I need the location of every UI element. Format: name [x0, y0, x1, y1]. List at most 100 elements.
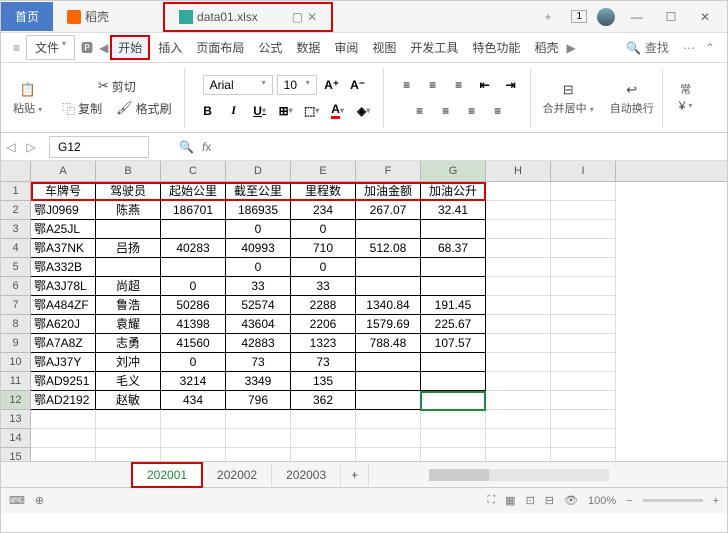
select-all-corner[interactable] [1, 161, 31, 181]
cell[interactable] [161, 448, 226, 461]
bold-button[interactable]: B [197, 100, 219, 122]
cell[interactable] [161, 258, 226, 277]
copy-button[interactable]: ⿻复制 [58, 97, 106, 120]
cell[interactable] [551, 448, 616, 461]
distribute-button[interactable]: ≡ [487, 100, 509, 122]
cell[interactable] [421, 372, 486, 391]
italic-button[interactable]: I [223, 100, 245, 122]
menu-docer[interactable]: 稻壳 [528, 35, 564, 60]
cell[interactable]: 2288 [291, 296, 356, 315]
row-header[interactable]: 4 [1, 239, 31, 258]
cell[interactable] [96, 410, 161, 429]
row-header[interactable]: 8 [1, 315, 31, 334]
row-header[interactable]: 15 [1, 448, 31, 461]
cell[interactable]: 234 [291, 201, 356, 220]
cell[interactable]: 毛义 [96, 372, 161, 391]
cell[interactable]: 车牌号 [31, 182, 96, 201]
cell[interactable]: 186701 [161, 201, 226, 220]
align-right-button[interactable]: ≡ [461, 100, 483, 122]
cell[interactable]: 截至公里 [226, 182, 291, 201]
menu-start[interactable]: 开始 [110, 35, 150, 60]
nav-fwd-icon[interactable]: ▷ [21, 140, 41, 154]
fill-color-button[interactable]: ⬚ ▾ [301, 100, 323, 122]
cell[interactable] [161, 220, 226, 239]
cell[interactable] [551, 429, 616, 448]
cell[interactable]: 40993 [226, 239, 291, 258]
reading-icon[interactable]: 👁 [564, 494, 578, 507]
cell[interactable]: 鄂A37NK [31, 239, 96, 258]
cell[interactable] [551, 372, 616, 391]
cell[interactable]: 33 [291, 277, 356, 296]
spreadsheet-grid[interactable]: A B C D E F G H I 123456789101112131415 … [1, 161, 727, 461]
cell[interactable] [551, 334, 616, 353]
col-header[interactable]: I [551, 161, 616, 181]
cell[interactable] [486, 410, 551, 429]
cell[interactable] [486, 239, 551, 258]
cell[interactable] [421, 258, 486, 277]
row-header[interactable]: 14 [1, 429, 31, 448]
cell[interactable]: 鄂A25JL [31, 220, 96, 239]
cell[interactable] [291, 448, 356, 461]
cell[interactable]: 3214 [161, 372, 226, 391]
cell[interactable] [291, 429, 356, 448]
cell[interactable]: 1323 [291, 334, 356, 353]
row-header[interactable]: 5 [1, 258, 31, 277]
col-header[interactable]: E [291, 161, 356, 181]
cell[interactable]: 107.57 [421, 334, 486, 353]
font-color-button[interactable]: A ▾ [327, 100, 349, 122]
cell[interactable]: 42883 [226, 334, 291, 353]
align-center-button[interactable]: ≡ [435, 100, 457, 122]
cell[interactable]: 3349 [226, 372, 291, 391]
cell[interactable]: 驾驶员 [96, 182, 161, 201]
cell[interactable] [421, 277, 486, 296]
cell[interactable] [486, 353, 551, 372]
cell[interactable] [421, 448, 486, 461]
notification-badge[interactable]: 1 [571, 10, 587, 23]
cell[interactable]: 512.08 [356, 239, 421, 258]
cell[interactable] [551, 277, 616, 296]
menu-review[interactable]: 审阅 [328, 35, 364, 60]
col-header[interactable]: B [96, 161, 161, 181]
expand-right-icon[interactable]: ▶ [566, 41, 575, 55]
row-header[interactable]: 11 [1, 372, 31, 391]
wrap-button[interactable]: ↩ [622, 80, 641, 100]
cell[interactable]: 加油公升 [421, 182, 486, 201]
fullscreen-icon[interactable]: ⛶ [487, 494, 495, 507]
search-button[interactable]: 🔍 查找 [618, 37, 677, 58]
cell[interactable]: 袁耀 [96, 315, 161, 334]
cell[interactable] [356, 372, 421, 391]
add-sheet-button[interactable]: + [341, 464, 369, 486]
cell[interactable] [486, 315, 551, 334]
cell[interactable]: 135 [291, 372, 356, 391]
col-header[interactable]: A [31, 161, 96, 181]
window-icon[interactable]: ▢ [292, 10, 303, 24]
cell[interactable]: 1579.69 [356, 315, 421, 334]
cell[interactable] [421, 429, 486, 448]
underline-button[interactable]: U ▾ [249, 100, 271, 122]
cell[interactable] [421, 220, 486, 239]
menu-insert[interactable]: 插入 [152, 35, 188, 60]
cell[interactable] [551, 258, 616, 277]
view-normal-icon[interactable]: ▦ [505, 494, 515, 507]
cell[interactable] [356, 429, 421, 448]
cell[interactable]: 2206 [291, 315, 356, 334]
cell[interactable] [486, 372, 551, 391]
cell[interactable] [31, 410, 96, 429]
row-header[interactable]: 2 [1, 201, 31, 220]
align-bottom-button[interactable]: ≡ [448, 74, 470, 96]
cell[interactable]: 788.48 [356, 334, 421, 353]
zoom-icon[interactable]: 🔍 [179, 140, 194, 154]
cell[interactable] [551, 315, 616, 334]
cell[interactable] [161, 410, 226, 429]
cell[interactable]: 52574 [226, 296, 291, 315]
status-check-icon[interactable]: ⊕ [35, 494, 44, 507]
keyboard-icon[interactable]: ⌨ [9, 494, 25, 507]
col-header[interactable]: F [356, 161, 421, 181]
cell[interactable] [551, 239, 616, 258]
cell[interactable] [356, 258, 421, 277]
cell[interactable] [356, 448, 421, 461]
cell[interactable]: 362 [291, 391, 356, 410]
cell[interactable]: 吕扬 [96, 239, 161, 258]
cell[interactable] [551, 353, 616, 372]
cell[interactable] [551, 410, 616, 429]
